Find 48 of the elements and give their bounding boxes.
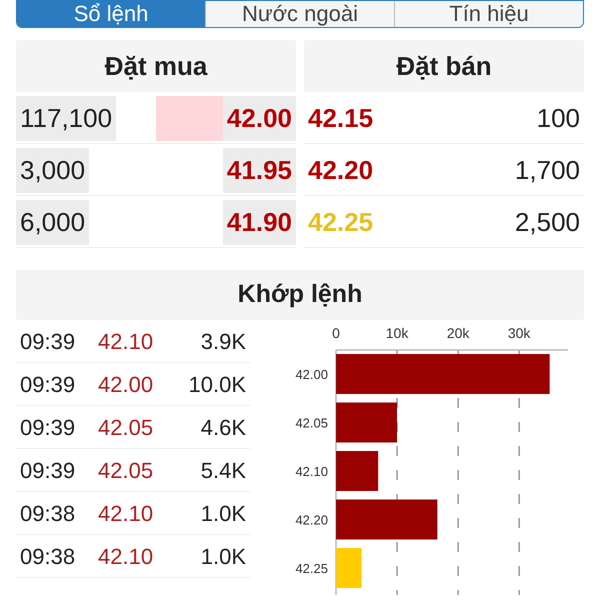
tick-label: 20k bbox=[446, 325, 470, 341]
price-cell-text: 42.05 bbox=[98, 414, 154, 442]
ask-volume: 100 bbox=[536, 102, 580, 134]
volume-cell-text: 4.6K bbox=[200, 414, 246, 442]
time-cell-text: 09:38 bbox=[20, 542, 76, 570]
ask-volume: 1,700 bbox=[514, 154, 580, 186]
tab[interactable]: Sổ lệnh bbox=[17, 1, 205, 27]
bid-volume: 117,100 bbox=[16, 96, 116, 140]
section-header: Khớp lệnh bbox=[16, 270, 584, 320]
bid-price: 41.90 bbox=[222, 200, 296, 244]
time-cell-text: 09:39 bbox=[20, 414, 76, 442]
column-header: Đặt bán bbox=[304, 40, 584, 92]
category-label: 42.20 bbox=[295, 512, 328, 528]
time-cell-text: 09:39 bbox=[20, 456, 76, 484]
price-cell-text: 42.00 bbox=[98, 370, 154, 398]
tab[interactable]: Tín hiệu bbox=[394, 1, 583, 27]
price-cell-text: 42.10 bbox=[98, 500, 154, 528]
bid-volume: 3,000 bbox=[16, 148, 90, 192]
category-label: 42.00 bbox=[295, 367, 328, 382]
price-cell-text: 42.10 bbox=[98, 328, 154, 356]
bid-volume: 6,000 bbox=[16, 200, 90, 244]
category-label: 42.05 bbox=[295, 416, 328, 430]
bar bbox=[336, 451, 378, 491]
bid-price: 42.00 bbox=[222, 96, 296, 140]
category-label: 42.10 bbox=[295, 464, 328, 479]
price-cell-text: 42.05 bbox=[98, 456, 154, 484]
time-cell-text: 09:38 bbox=[20, 500, 76, 528]
tick-label: 10k bbox=[386, 325, 408, 341]
price-cell-text: 42.10 bbox=[98, 542, 154, 570]
ask-price: 42.25 bbox=[308, 206, 374, 238]
tick-label: 0 bbox=[332, 325, 340, 341]
column-header: Đặt mua bbox=[16, 40, 296, 92]
time-cell-text: 09:39 bbox=[20, 328, 76, 356]
time-cell-text: 09:39 bbox=[20, 370, 76, 398]
tick-label: 30k bbox=[508, 325, 530, 341]
bid-price: 41.95 bbox=[222, 148, 296, 192]
volume-cell-text: 5.4K bbox=[200, 456, 246, 484]
ask-price: 42.15 bbox=[308, 102, 374, 134]
volume-cell-text: 1.0K bbox=[200, 542, 246, 570]
bar bbox=[336, 548, 362, 588]
volume-cell-text: 10.0K bbox=[188, 370, 246, 398]
tab[interactable]: Nước ngoài bbox=[205, 1, 394, 27]
volume-cell-text: 3.9K bbox=[200, 328, 246, 356]
category-label: 42.25 bbox=[295, 561, 328, 576]
bar bbox=[336, 402, 398, 442]
volume-cell-text: 1.0K bbox=[200, 500, 246, 528]
ask-price: 42.20 bbox=[308, 154, 374, 186]
ask-volume: 2,500 bbox=[514, 206, 580, 238]
